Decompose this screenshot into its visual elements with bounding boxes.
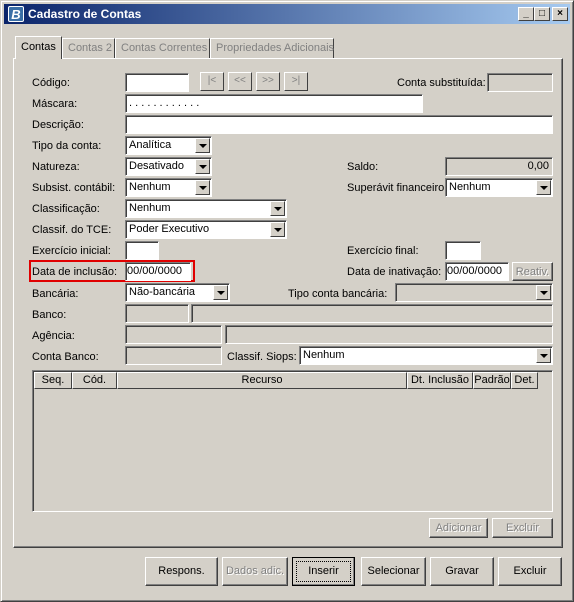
next-record-button[interactable]: >> xyxy=(256,72,280,91)
minimize-icon[interactable]: _ xyxy=(518,7,534,21)
conta-banco-label: Conta Banco: xyxy=(32,351,99,363)
chevron-down-icon[interactable] xyxy=(213,285,228,300)
classif-tce-value: Poder Executivo xyxy=(125,220,287,239)
chevron-down-icon[interactable] xyxy=(536,285,551,300)
dados-adic-button[interactable]: Dados adic. xyxy=(222,557,288,586)
codigo-label: Código: xyxy=(32,77,70,89)
gravar-button[interactable]: Gravar xyxy=(430,557,494,586)
agencia-name-field xyxy=(225,325,553,344)
bancaria-label: Bancária: xyxy=(32,288,79,300)
grid-col-padrao[interactable]: Padrão xyxy=(473,372,511,389)
agencia-label: Agência: xyxy=(32,330,75,342)
maximize-icon[interactable]: □ xyxy=(534,7,550,21)
conta-substituida-field xyxy=(487,73,553,92)
window-title: Cadastro de Contas xyxy=(28,7,142,21)
conta-substituida-label: Conta substituída: xyxy=(397,77,486,89)
main-window: B Cadastro de Contas _ □ × Contas Contas… xyxy=(0,0,574,602)
chevron-down-icon[interactable] xyxy=(536,348,551,363)
chevron-down-icon[interactable] xyxy=(270,201,285,216)
chevron-down-icon[interactable] xyxy=(195,159,210,174)
descricao-label: Descrição: xyxy=(32,119,84,131)
tipo-conta-bancaria-value xyxy=(395,283,553,302)
previous-record-button[interactable]: << xyxy=(228,72,252,91)
grid-col-seq[interactable]: Seq. xyxy=(34,372,72,389)
tab-contas-correntes[interactable]: Contas Correntes xyxy=(115,38,210,58)
conta-banco-field xyxy=(125,346,222,365)
classif-tce-select[interactable]: Poder Executivo xyxy=(125,220,287,239)
exercicio-inicial-field[interactable] xyxy=(125,241,159,260)
chevron-down-icon[interactable] xyxy=(536,180,551,195)
grid-col-dt-inclusao[interactable]: Dt. Inclusão xyxy=(407,372,473,389)
excluir-button[interactable]: Excluir xyxy=(498,557,562,586)
grid-excluir-button[interactable]: Excluir xyxy=(492,518,553,538)
data-inativacao-field[interactable]: 00/00/0000 xyxy=(445,262,509,281)
data-inativacao-label: Data de inativação: xyxy=(347,266,442,278)
tab-contas-2[interactable]: Contas 2 xyxy=(62,38,115,58)
exercicio-inicial-label: Exercício inicial: xyxy=(32,245,111,257)
mascara-label: Máscara: xyxy=(32,98,78,110)
banco-code-field xyxy=(125,304,189,323)
respons-button[interactable]: Respons. xyxy=(145,557,218,586)
descricao-field[interactable] xyxy=(125,115,553,134)
grid-col-cod[interactable]: Cód. xyxy=(72,372,117,389)
inserir-button[interactable]: Inserir xyxy=(292,557,355,586)
natureza-label: Natureza: xyxy=(32,161,80,173)
tipo-conta-bancaria-label: Tipo conta bancária: xyxy=(288,288,388,300)
agencia-code-field xyxy=(125,325,222,344)
banco-name-field xyxy=(191,304,553,323)
classificacao-label: Classificação: xyxy=(32,203,100,215)
grid-col-det[interactable]: Det. xyxy=(511,372,538,389)
tipo-conta-bancaria-select[interactable] xyxy=(395,283,553,302)
banco-label: Banco: xyxy=(32,309,67,321)
title-bar[interactable]: B Cadastro de Contas _ □ × xyxy=(4,4,570,24)
recursos-grid[interactable]: Seq. Cód. Recurso Dt. Inclusão Padrão De… xyxy=(32,370,553,512)
classificacao-select[interactable]: Nenhum xyxy=(125,199,287,218)
app-icon: B xyxy=(8,6,24,22)
classif-siops-value: Nenhum xyxy=(299,346,553,365)
tipo-conta-select[interactable]: Analítica xyxy=(125,136,212,155)
selecionar-button[interactable]: Selecionar xyxy=(361,557,426,586)
exercicio-final-field[interactable] xyxy=(445,241,481,260)
close-icon[interactable]: × xyxy=(552,7,568,21)
reativ-button[interactable]: Reativ. xyxy=(512,262,553,281)
subsist-contabil-label: Subsist. contábil: xyxy=(32,182,116,194)
codigo-field[interactable] xyxy=(125,73,189,92)
last-record-button[interactable]: >| xyxy=(284,72,308,91)
tipo-conta-label: Tipo da conta: xyxy=(32,140,102,152)
exercicio-final-label: Exercício final: xyxy=(347,245,419,257)
classificacao-value: Nenhum xyxy=(125,199,287,218)
saldo-label: Saldo: xyxy=(347,161,379,173)
chevron-down-icon[interactable] xyxy=(270,222,285,237)
bancaria-select[interactable]: Não-bancária xyxy=(125,283,230,302)
data-inclusao-label: Data de inclusão: xyxy=(32,266,117,278)
tab-contas[interactable]: Contas xyxy=(15,36,62,59)
superavit-financeiro-select[interactable]: Nenhum xyxy=(445,178,553,197)
tab-propriedades-adicionais[interactable]: Propriedades Adicionais xyxy=(210,38,334,58)
first-record-button[interactable]: |< xyxy=(200,72,224,91)
grid-col-recurso[interactable]: Recurso xyxy=(117,372,407,389)
saldo-field: 0,00 xyxy=(445,157,553,176)
adicionar-button[interactable]: Adicionar xyxy=(429,518,488,538)
mascara-field[interactable]: . . . . . . . . . . . . xyxy=(125,94,423,113)
classif-siops-label: Classif. Siops: xyxy=(227,351,297,363)
classif-siops-select[interactable]: Nenhum xyxy=(299,346,553,365)
chevron-down-icon[interactable] xyxy=(195,138,210,153)
classif-tce-label: Classif. do TCE: xyxy=(32,224,112,236)
superavit-financeiro-label: Superávit financeiro: xyxy=(347,182,448,194)
subsist-contabil-select[interactable]: Nenhum xyxy=(125,178,212,197)
data-inclusao-field[interactable]: 00/00/0000 xyxy=(125,262,191,281)
chevron-down-icon[interactable] xyxy=(195,180,210,195)
natureza-select[interactable]: Desativado xyxy=(125,157,212,176)
